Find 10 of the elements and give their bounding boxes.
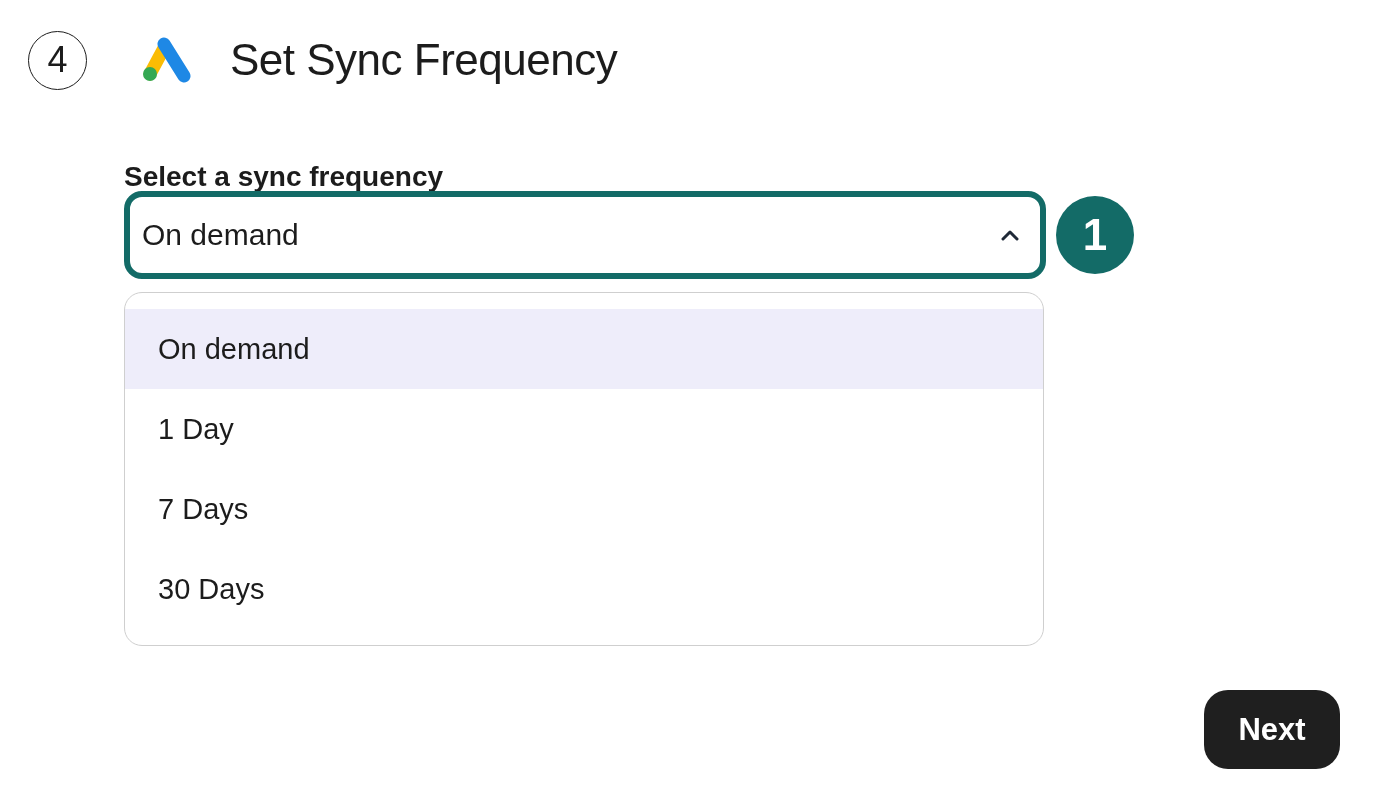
option-item[interactable]: On demand <box>125 309 1043 389</box>
step-marker: 1 <box>1056 196 1134 274</box>
frequency-select[interactable]: On demand <box>124 191 1046 279</box>
chevron-icon <box>1000 229 1020 241</box>
option-item[interactable]: 1 Day <box>125 389 1043 469</box>
option-item[interactable]: 7 Days <box>125 469 1043 549</box>
field-label: Select a sync frequency <box>124 161 445 194</box>
option-item[interactable]: 30 Days <box>125 549 1043 629</box>
page-title: Set Sync Frequency <box>230 35 618 85</box>
next-button[interactable]: Next <box>1204 690 1340 769</box>
